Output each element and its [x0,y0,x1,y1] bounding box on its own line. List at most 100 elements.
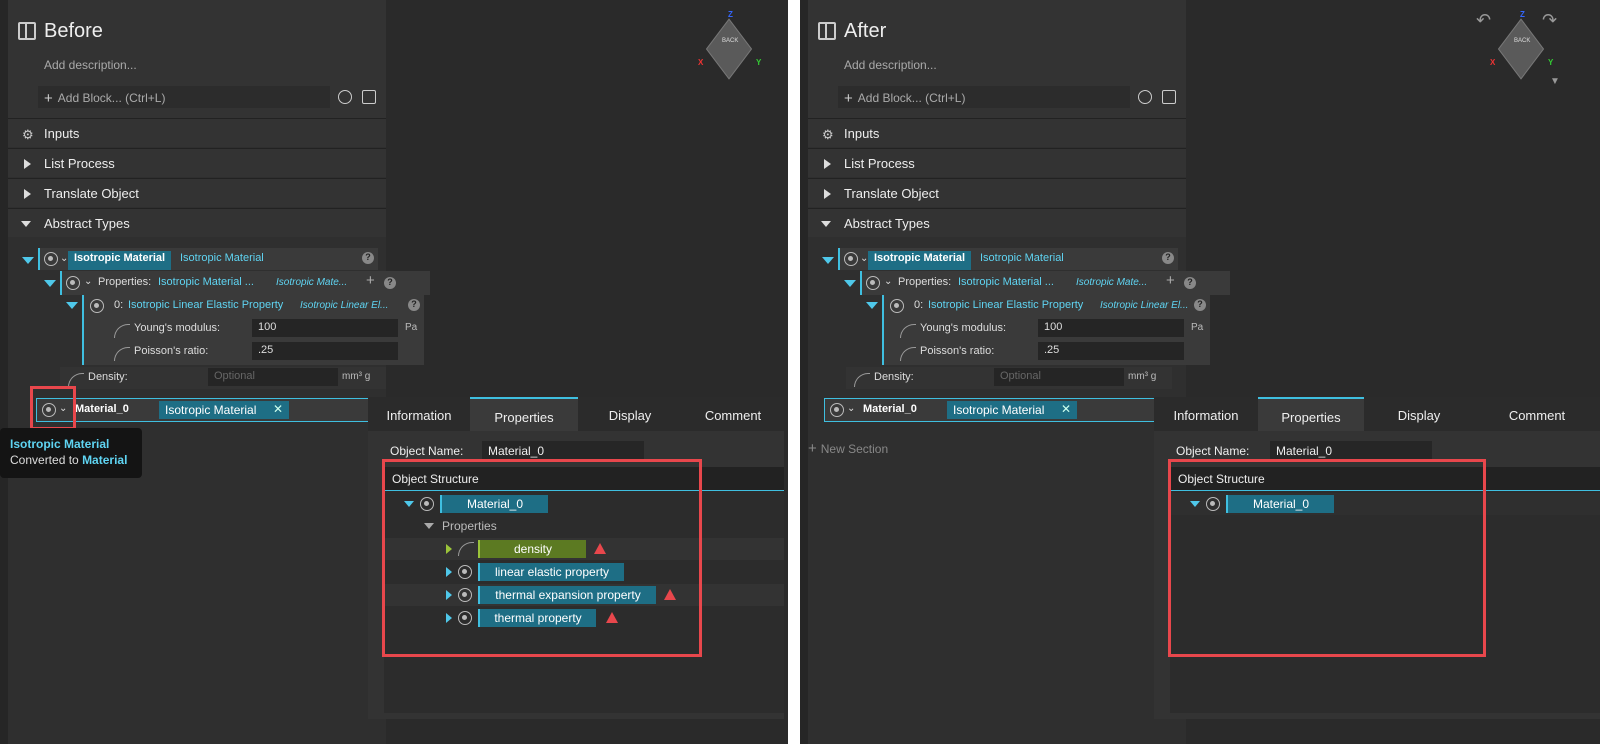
plus-icon: + [44,90,53,107]
expand-icon[interactable] [24,159,31,169]
tab-display[interactable]: Display [1364,397,1474,431]
description-field[interactable]: Add description... [44,58,137,72]
inspector-tabs: Information Properties Display Comment [1154,397,1600,431]
object-icon [90,299,104,313]
description-field[interactable]: Add description... [844,58,937,72]
gear-icon: ⚙ [22,127,34,142]
section-abstract-types[interactable]: Abstract Types [8,208,386,237]
page-title: Before [44,20,103,42]
properties-row: ⌄ Properties: Isotropic Material ... Iso… [60,271,430,295]
sidebar-header: Before Add description... + Add Block... … [8,0,386,118]
expand-icon[interactable] [824,159,831,169]
section-inputs[interactable]: ⚙ Inputs [8,118,386,147]
section-list-process[interactable]: List Process [8,148,386,177]
chevron-down-icon[interactable]: ⌄ [847,403,855,414]
collapse-icon[interactable] [821,221,831,227]
block-type: Isotropic Material [980,252,1064,264]
tab-properties[interactable]: Properties [470,397,578,431]
highlight-box [30,386,76,430]
properties-collapse-icon[interactable] [844,280,856,287]
object-icon [44,252,58,266]
tab-information[interactable]: Information [1154,397,1258,431]
auto-layout-icon[interactable] [338,90,352,104]
collapse-icon[interactable] [21,221,31,227]
view-cube[interactable]: BACK X Y Z [698,10,761,80]
panel-toggle-icon[interactable] [818,22,836,40]
material-row[interactable]: ⌄ Material_0 Isotropic Material ✕ [824,398,1180,422]
block-collapse-icon[interactable] [822,257,834,264]
block-type: Isotropic Material [180,252,264,264]
lep-collapse-icon[interactable] [866,302,878,309]
add-icon[interactable]: + [366,272,375,289]
poissons-ratio-input[interactable]: .25 [1038,342,1184,360]
conversion-tooltip: Isotropic Material Converted to Material [0,428,142,478]
close-icon[interactable]: ✕ [1061,402,1071,416]
help-icon[interactable]: ? [1194,299,1206,311]
chevron-down-icon[interactable]: ⌄ [884,276,892,287]
tab-display[interactable]: Display [578,397,682,431]
expand-icon[interactable] [824,189,831,199]
auto-layout-icon[interactable] [1138,90,1152,104]
section-abstract-types[interactable]: Abstract Types [808,208,1186,237]
material-row[interactable]: ⌄ Material_0 Isotropic Material ✕ [36,398,392,422]
block-collapse-icon[interactable] [22,257,34,264]
before-panel: BACK X Y Z Before Add description... + Ad… [0,0,788,744]
help-icon[interactable]: ? [1184,277,1196,289]
list-icon [866,276,880,290]
material-type-tag[interactable]: Isotropic Material ✕ [159,401,289,419]
list-icon [66,276,80,290]
add-block-input[interactable]: + Add Block... (Ctrl+L) [38,86,330,108]
block-label: Isotropic Material [68,251,172,270]
section-translate-object[interactable]: Translate Object [808,178,1186,207]
page-title: After [844,20,887,42]
sidebar-header: After Add description... + Add Block... (… [808,0,1186,118]
after-panel: BACK X Y Z ↶ ↷ ▼ After Add description..… [800,0,1600,744]
dropdown-icon[interactable]: ▼ [1550,76,1560,87]
panel-separator [788,0,800,744]
inspector-tabs: Information Properties Display Comment [368,397,784,431]
tab-properties[interactable]: Properties [1258,397,1364,431]
plus-icon: + [844,90,853,107]
help-icon[interactable]: ? [362,252,374,264]
section-translate-object[interactable]: Translate Object [8,178,386,207]
plus-icon: + [808,440,817,457]
section-list-process[interactable]: List Process [808,148,1186,177]
block-label: Isotropic Material [868,251,972,270]
density-input[interactable]: Optional [994,368,1124,386]
isotropic-material-block[interactable]: ⌄ Isotropic Material Isotropic Material … [838,248,1178,270]
add-icon[interactable]: + [1166,272,1175,289]
tab-information[interactable]: Information [368,397,470,431]
object-icon [830,403,844,417]
help-icon[interactable]: ? [384,277,396,289]
help-icon[interactable]: ? [1162,252,1174,264]
expand-icon[interactable] [24,189,31,199]
add-section-icon[interactable] [1162,90,1176,104]
chevron-down-icon[interactable]: ⌄ [84,276,92,287]
rotate-right-icon[interactable]: ↷ [1542,10,1557,31]
section-inputs[interactable]: ⚙ Inputs [808,118,1186,147]
add-section-icon[interactable] [362,90,376,104]
youngs-modulus-input[interactable]: 100 [1038,319,1184,337]
properties-row: ⌄ Properties: Isotropic Material ... Iso… [860,271,1230,295]
new-section-button[interactable]: + New Section [808,440,888,457]
youngs-modulus-input[interactable]: 100 [252,319,398,337]
material-type-tag[interactable]: Isotropic Material ✕ [947,401,1077,419]
poissons-ratio-input[interactable]: .25 [252,342,398,360]
isotropic-material-block[interactable]: ⌄ Isotropic Material Isotropic Material … [38,248,378,270]
properties-collapse-icon[interactable] [44,280,56,287]
object-name-input[interactable]: Material_0 [482,441,644,461]
lep-collapse-icon[interactable] [66,302,78,309]
close-icon[interactable]: ✕ [273,402,283,416]
panel-toggle-icon[interactable] [18,22,36,40]
object-icon [844,252,858,266]
gear-icon: ⚙ [822,127,834,142]
view-cube[interactable]: BACK X Y Z [1490,10,1553,80]
add-block-input[interactable]: + Add Block... (Ctrl+L) [838,86,1130,108]
help-icon[interactable]: ? [408,299,420,311]
tab-comment[interactable]: Comment [682,397,784,431]
object-name-input[interactable]: Material_0 [1270,441,1432,461]
object-icon [890,299,904,313]
density-input[interactable]: Optional [208,368,338,386]
tab-comment[interactable]: Comment [1474,397,1600,431]
rotate-left-icon[interactable]: ↶ [1476,10,1491,31]
